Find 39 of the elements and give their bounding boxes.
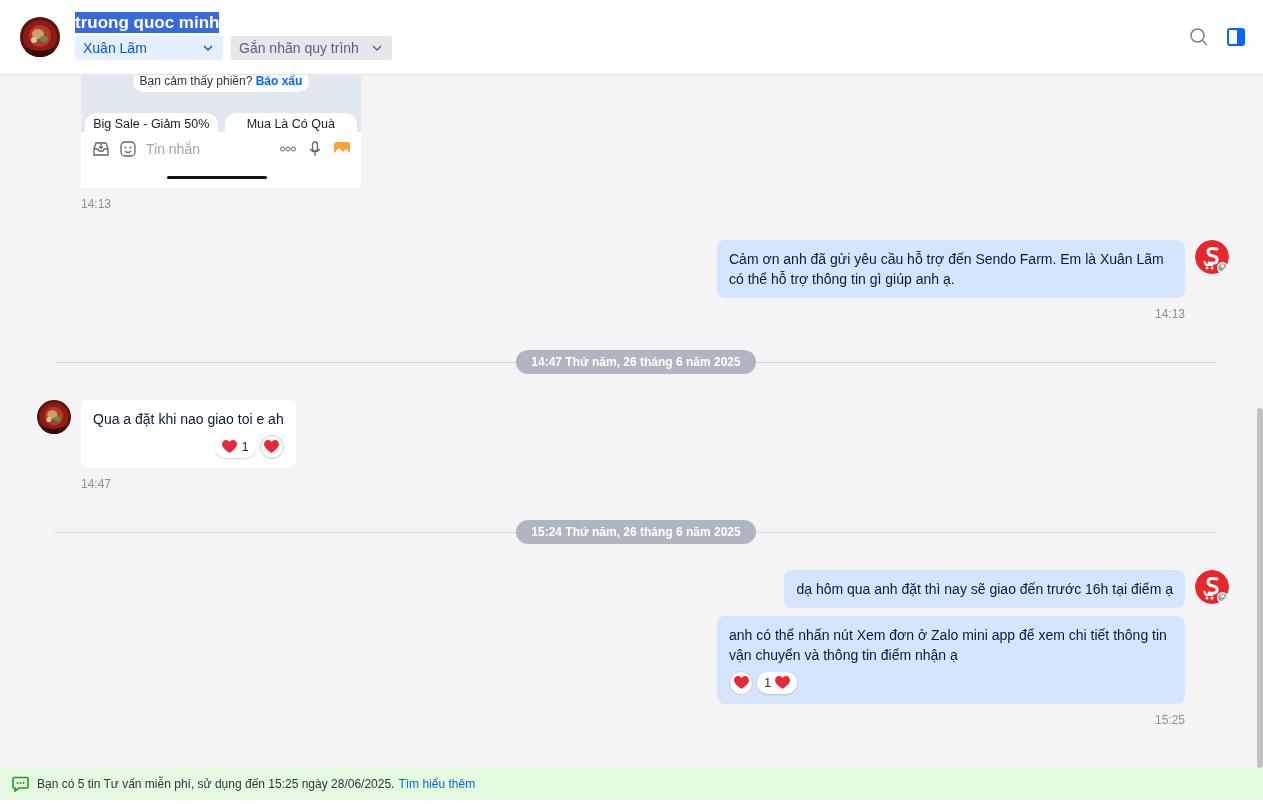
notice-text: Bạn cảm thấy phiền? Báo xấu [132, 75, 310, 92]
reaction-count[interactable]: 1 [757, 672, 798, 694]
message-field: Tin nhắn [146, 141, 270, 157]
react-button[interactable] [729, 671, 753, 695]
report-link: Báo xấu [255, 75, 303, 88]
timestamp: 14:47 [81, 476, 112, 492]
timestamp: 15:25 [1154, 712, 1185, 728]
panel-toggle-icon[interactable] [1226, 27, 1246, 47]
react-button[interactable] [259, 435, 284, 459]
more-icon [279, 146, 297, 152]
chat-icon [12, 776, 29, 792]
heart-icon [733, 676, 749, 690]
assignee-dropdown[interactable]: Xuân Lãm [75, 36, 223, 60]
date-separator: 15:24 Thứ năm, 26 tháng 6 năm 2025 [516, 520, 756, 544]
shop-avatar [1195, 570, 1229, 604]
shop-avatar [1195, 240, 1229, 274]
reaction-count[interactable]: 1 [215, 436, 256, 458]
message-text: dạ hôm qua anh đặt thì nay sẽ giao đến trước 16h tại điểm ạ [796, 580, 1173, 599]
scrollbar[interactable] [1257, 408, 1263, 768]
timestamp: 14:13 [81, 196, 112, 212]
heart-icon [222, 440, 238, 454]
inbox-icon [92, 140, 110, 158]
message-text: Cảm ơn anh đã gửi yêu cầu hỗ trợ đến Sendo Farm. Em là Xuân Lãm có thể hỗ trợ thông tin gì giúp anh ạ. [729, 250, 1165, 289]
quick-reply-chip: Big Sale - Giảm 50% [85, 113, 218, 132]
timestamp: 14:13 [1154, 306, 1185, 322]
message-text: Qua a đặt khi nao giao toi e ah [93, 410, 284, 429]
learn-more-link[interactable]: Tìm hiểu thêm [398, 777, 476, 791]
quick-reply-chip: Mua Là Có Quà [224, 113, 357, 132]
screenshot[interactable]: Bạn cảm thấy phiền? Báo xấu Big Sale - Giảm 50% Mua Là Có Quà Tin nhắn [81, 75, 361, 188]
image-icon [333, 140, 351, 158]
label-dropdown[interactable]: Gắn nhãn quy trình [231, 36, 392, 60]
heart-icon [264, 440, 280, 454]
heart-icon [775, 676, 791, 690]
smiley-icon [119, 140, 137, 158]
search-icon[interactable] [1189, 27, 1209, 47]
date-separator: 14:47 Thứ năm, 26 tháng 6 năm 2025 [516, 350, 756, 374]
contact-name: truong quoc minh [75, 12, 220, 33]
message-text: anh có thể nhấn nút Xem đơn ở Zalo mini app để xem chi tiết thông tin vận chuyển và thông tin điểm nhận ạ [729, 626, 1168, 665]
banner-text: Bạn có 5 tin Tư vấn miễn phí, sử dụng đến 15:25 ngày 28/06/2025. [37, 777, 395, 791]
